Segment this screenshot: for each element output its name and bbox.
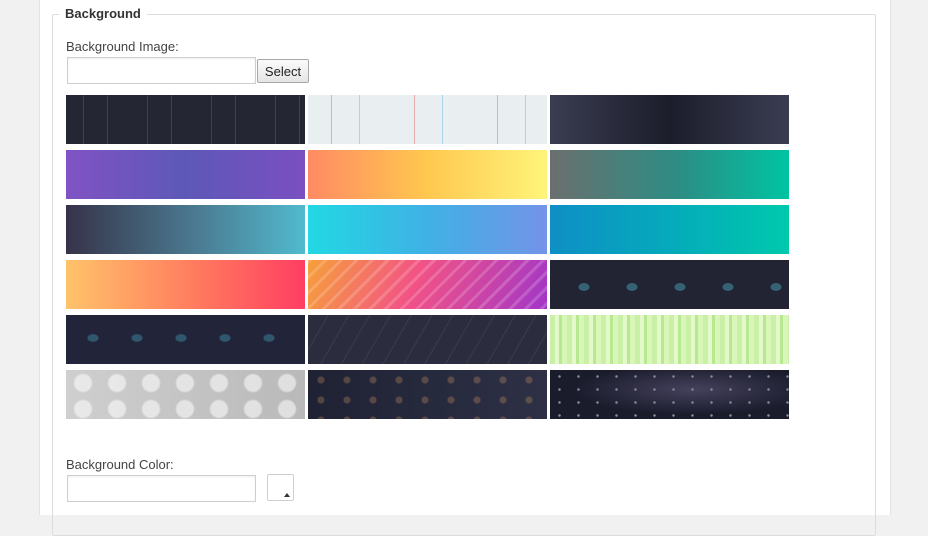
select-button[interactable]: Select (257, 59, 309, 83)
section-legend: Background (59, 6, 147, 21)
preset-tile-orange-red-gradient[interactable] (66, 260, 305, 309)
background-color-label: Background Color: (66, 457, 174, 472)
preset-tile-dark-lines[interactable] (66, 95, 305, 144)
caret-up-icon (284, 493, 290, 497)
background-color-input[interactable] (67, 475, 256, 502)
preset-tile-blue-teal-gradient[interactable] (550, 205, 789, 254)
color-picker-button[interactable] (267, 474, 294, 501)
preset-tile-orange-yellow-gradient[interactable] (308, 150, 547, 199)
preset-tile-dark-bokeh[interactable] (308, 370, 547, 419)
preset-tile-gray-teal-gradient[interactable] (550, 150, 789, 199)
preset-tile-navy-cyan-gradient[interactable] (66, 205, 305, 254)
preset-tile-galaxy[interactable] (550, 370, 789, 419)
background-presets-grid (66, 95, 789, 419)
preset-tile-dark-squares-2[interactable] (66, 315, 305, 364)
background-image-label: Background Image: (66, 39, 179, 54)
preset-tile-light-lines[interactable] (308, 95, 547, 144)
preset-tile-purple-gradient[interactable] (66, 150, 305, 199)
preset-tile-dark-squares[interactable] (550, 260, 789, 309)
preset-tile-neon-streaks[interactable] (308, 260, 547, 309)
preset-tile-dark-rain[interactable] (308, 315, 547, 364)
preset-tile-green-stripes[interactable] (550, 315, 789, 364)
background-image-input[interactable] (67, 57, 256, 84)
preset-tile-cyan-blue-gradient[interactable] (308, 205, 547, 254)
preset-tile-silver-bokeh[interactable] (66, 370, 305, 419)
preset-tile-dark-gradient[interactable] (550, 95, 789, 144)
